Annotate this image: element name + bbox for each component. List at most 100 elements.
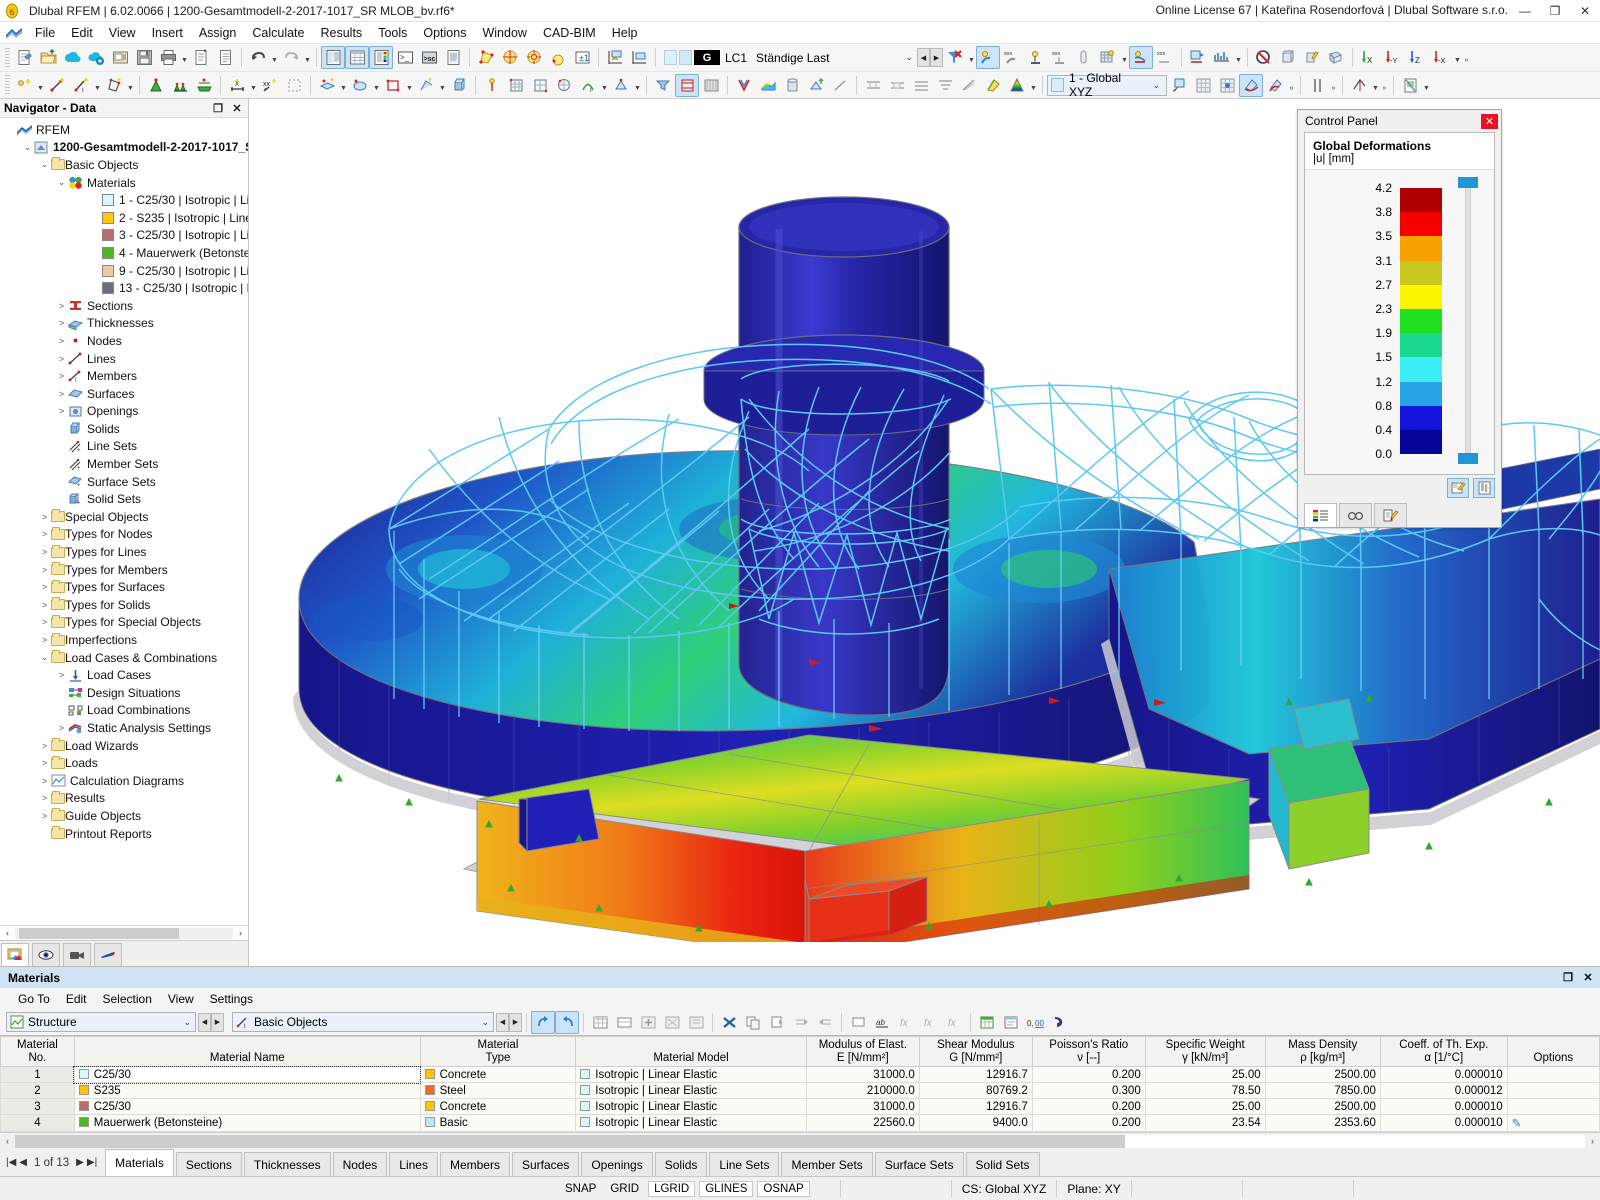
tree-expander[interactable]: > xyxy=(38,529,51,539)
cancel-selection-button[interactable] xyxy=(1252,46,1276,69)
select-number-button[interactable]: ±1 xyxy=(570,46,594,69)
cell-thermal-expansion[interactable]: 0.000010 xyxy=(1380,1115,1507,1132)
lc-dropdown-caret[interactable]: ⌄ xyxy=(905,52,913,63)
data-tab-thicknesses[interactable]: Thicknesses xyxy=(244,1152,331,1176)
tree-expander[interactable]: > xyxy=(38,793,51,803)
clipping-box-button[interactable] xyxy=(282,74,306,97)
table-menu-selection[interactable]: Selection xyxy=(95,990,160,1008)
slider-thumb-max[interactable] xyxy=(1458,177,1478,188)
control-panel[interactable]: Control Panel ✕ Global Deformations |u| … xyxy=(1297,109,1502,528)
tree-expander[interactable]: > xyxy=(38,741,51,751)
fe-mesh-1-button[interactable] xyxy=(504,74,528,97)
show-solids-button[interactable] xyxy=(1276,46,1300,69)
cell-mass-density[interactable]: 7850.00 xyxy=(1265,1083,1380,1099)
tree-expander[interactable]: > xyxy=(38,600,51,610)
surface-load-dropdown[interactable]: ▼ xyxy=(339,74,348,97)
cell-material-no[interactable]: 4 xyxy=(1,1115,75,1132)
cell-material-name[interactable]: Mauerwerk (Betonsteine) xyxy=(74,1115,420,1132)
render-mode-1-button[interactable] xyxy=(651,74,675,97)
tree-item-thicknesses[interactable]: >Thicknesses xyxy=(0,315,248,333)
tree-item-3-c25-30-isotropic-linear-e[interactable]: 3 - C25/30 | Isotropic | Linear E xyxy=(0,227,248,245)
cell-material-model[interactable]: Isotropic | Linear Elastic xyxy=(576,1115,807,1132)
navigator-close-button[interactable]: ✕ xyxy=(229,100,245,116)
cs-dropdown-caret[interactable]: ⌄ xyxy=(1152,80,1160,91)
legend-settings-button[interactable] xyxy=(1473,478,1495,498)
table-rename-button[interactable]: ab xyxy=(870,1011,894,1034)
result-diagram-button[interactable] xyxy=(1186,46,1210,69)
menu-cad-bim[interactable]: CAD-BIM xyxy=(535,24,604,42)
cell-poisson-ratio[interactable]: 0.200 xyxy=(1032,1099,1145,1115)
table-category-selector[interactable]: Structure ⌄ xyxy=(6,1012,196,1032)
view-angle-button[interactable] xyxy=(1347,74,1371,97)
tree-item-load-wizards[interactable]: >Load Wizards xyxy=(0,737,248,755)
materials-table[interactable]: MaterialNo. Material NameMaterialType Ma… xyxy=(0,1036,1600,1132)
pager-last-button[interactable]: ▶| xyxy=(87,1157,97,1168)
data-tab-solid-sets[interactable]: Solid Sets xyxy=(966,1152,1040,1176)
table-scroll-thumb[interactable] xyxy=(15,1135,1125,1148)
cell-material-no[interactable]: 1 xyxy=(1,1067,75,1083)
cell-options[interactable] xyxy=(1507,1083,1599,1099)
view-angle-dropdown[interactable]: ▼ xyxy=(1371,74,1380,97)
select-objects-button[interactable] xyxy=(474,46,498,69)
data-tab-materials[interactable]: Materials xyxy=(105,1149,174,1176)
cell-modulus-elast[interactable]: 31000.0 xyxy=(806,1099,919,1115)
table-subcategory-selector[interactable]: I Basic Objects ⌄ xyxy=(232,1012,494,1032)
status-toggle-glines[interactable]: GLINES xyxy=(699,1181,753,1197)
control-tab-display[interactable] xyxy=(1374,503,1407,527)
cell-shear-modulus[interactable]: 12916.7 xyxy=(919,1067,1032,1083)
cell-thermal-expansion[interactable]: 0.000012 xyxy=(1380,1083,1507,1099)
data-tab-solids[interactable]: Solids xyxy=(655,1152,708,1176)
navigator-scroll-right[interactable]: › xyxy=(233,926,248,940)
result-surface-button[interactable] xyxy=(981,74,1005,97)
cell-material-type[interactable]: Concrete xyxy=(420,1099,576,1115)
table-formula-3-button[interactable]: fx xyxy=(942,1011,966,1034)
cell-specific-weight[interactable]: 25.00 xyxy=(1145,1067,1265,1083)
new-line-button[interactable] xyxy=(45,74,69,97)
toolbar-grip-2[interactable] xyxy=(5,75,10,95)
column-header-3[interactable]: Material Model xyxy=(576,1037,807,1067)
tree-item-solid-sets[interactable]: +Solid Sets xyxy=(0,490,248,508)
minimize-button[interactable]: — xyxy=(1510,0,1540,22)
result-line-3-button[interactable] xyxy=(909,74,933,97)
global-deformation-button[interactable] xyxy=(1129,46,1153,69)
edit-palette-button[interactable] xyxy=(1447,478,1469,498)
tree-expander[interactable]: > xyxy=(38,512,51,522)
tree-item-types-for-special-objects[interactable]: >Types for Special Objects xyxy=(0,614,248,632)
tree-item-surfaces[interactable]: >Surfaces xyxy=(0,385,248,403)
cell-material-model[interactable]: Isotropic | Linear Elastic xyxy=(576,1099,807,1115)
new-model-button[interactable] xyxy=(12,46,36,69)
printout-report-button[interactable] xyxy=(1398,74,1422,97)
tree-item-basic-objects[interactable]: ⌄Basic Objects xyxy=(0,156,248,174)
tree-expander[interactable]: > xyxy=(38,635,51,645)
tree-expander[interactable]: ⌄ xyxy=(21,142,34,153)
table-grid-button[interactable] xyxy=(588,1011,612,1034)
new-surface-dropdown[interactable]: ▼ xyxy=(126,74,135,97)
cell-material-type[interactable]: Steel xyxy=(420,1083,576,1099)
label-button[interactable]: xx xyxy=(258,74,282,97)
table-menu-view[interactable]: View xyxy=(160,990,202,1008)
cloud-open-button[interactable] xyxy=(60,46,84,69)
table-formula-2-button[interactable]: fx xyxy=(918,1011,942,1034)
nodal-support-button[interactable] xyxy=(976,46,1000,69)
tree-expander[interactable]: ⌄ xyxy=(38,159,51,170)
tree-expander[interactable]: > xyxy=(55,670,68,680)
rebar-button[interactable]: I xyxy=(576,74,600,97)
menu-tools[interactable]: Tools xyxy=(370,24,415,42)
solid-load-dropdown[interactable]: ▼ xyxy=(372,74,381,97)
menu-view[interactable]: View xyxy=(101,24,144,42)
cell-material-type[interactable]: Concrete xyxy=(420,1067,576,1083)
table-insert-row-button[interactable] xyxy=(636,1011,660,1034)
tree-item-results[interactable]: >Results xyxy=(0,790,248,808)
tree-item-load-cases-combinations[interactable]: ⌄Load Cases & Combinations xyxy=(0,649,248,667)
table-scroll-right[interactable]: › xyxy=(1585,1134,1600,1148)
data-tab-member-sets[interactable]: Member Sets xyxy=(781,1152,872,1176)
cell-material-name[interactable]: S235 xyxy=(74,1083,420,1099)
cell-material-name[interactable]: C25/30 xyxy=(74,1067,420,1083)
table-category-prev[interactable]: ◀ xyxy=(198,1013,211,1032)
tree-item-types-for-solids[interactable]: >Types for Solids xyxy=(0,596,248,614)
cell-mass-density[interactable]: 2500.00 xyxy=(1265,1067,1380,1083)
materials-table-body[interactable]: 1C25/30ConcreteIsotropic | Linear Elasti… xyxy=(1,1067,1600,1132)
tree-expander[interactable]: > xyxy=(38,565,51,575)
status-toggle-grid[interactable]: GRID xyxy=(605,1182,644,1196)
tree-item-1-c25-30-isotropic-linear-e[interactable]: 1 - C25/30 | Isotropic | Linear E xyxy=(0,191,248,209)
